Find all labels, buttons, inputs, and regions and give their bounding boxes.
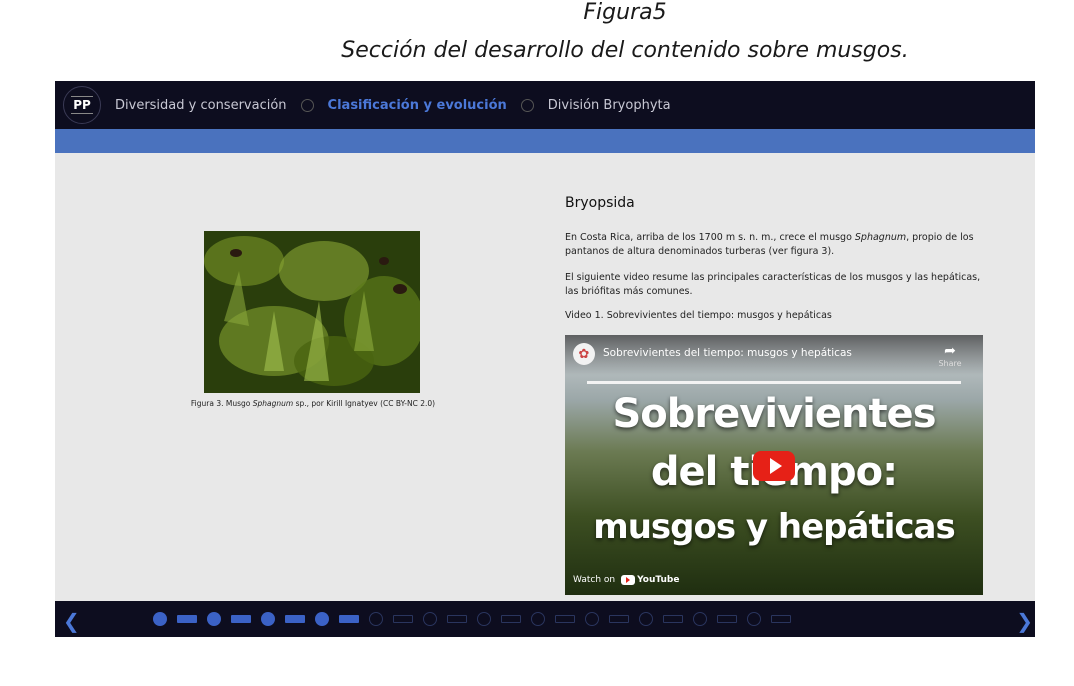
thumbnail-text-line-3: musgos y hepáticas — [593, 507, 955, 547]
pager-dot[interactable] — [693, 612, 707, 626]
nav-separator-circle-icon — [520, 98, 534, 112]
pager-dot[interactable] — [207, 612, 221, 626]
youtube-label: YouTube — [637, 575, 680, 585]
paragraph-2: El siguiente video resume las principale… — [565, 272, 981, 297]
pager-dot[interactable] — [585, 612, 599, 626]
pager-bar[interactable] — [717, 615, 737, 623]
pager-bar[interactable] — [393, 615, 413, 623]
caption-suffix: sp., por Kirill Ignatyev (CC BY-NC 2.0) — [293, 399, 436, 408]
watch-on-label: Watch on — [573, 575, 616, 585]
photo-caption: Figura 3. Musgo Sphagnum sp., por Kirill… — [165, 399, 461, 408]
pager-dot[interactable] — [477, 612, 491, 626]
video-player[interactable]: ✿ Sobrevivientes del tiempo: musgos y he… — [565, 335, 983, 595]
bottom-pager-bar: ❮ ❯ — [55, 601, 1035, 637]
nav-item-division-bryophyta[interactable]: División Bryophyta — [548, 98, 671, 113]
video-divider — [587, 381, 961, 384]
pager-dot[interactable] — [747, 612, 761, 626]
video-label: Video 1. Sobrevivientes del tiempo: musg… — [565, 310, 832, 321]
share-arrow-icon: ➦ — [944, 343, 956, 359]
section-title: Bryopsida — [565, 195, 635, 211]
pager-bar[interactable] — [663, 615, 683, 623]
watch-on-youtube-link[interactable]: Watch on YouTube — [573, 575, 679, 585]
play-icon — [769, 458, 782, 474]
share-button[interactable]: ➦ Share — [935, 343, 965, 368]
pager-dot[interactable] — [531, 612, 545, 626]
figure-title: Sección del desarrollo del contenido sob… — [341, 38, 909, 63]
p1-species: Sphagnum — [854, 232, 907, 243]
chevron-right-icon[interactable]: ❯ — [1016, 609, 1033, 633]
pager-bar[interactable] — [339, 615, 359, 623]
youtube-play-icon — [621, 575, 636, 585]
app-screen: PP Diversidad y conservación Clasificaci… — [55, 81, 1035, 637]
header-band — [55, 129, 1035, 153]
pager-dot[interactable] — [315, 612, 329, 626]
caption-species: Sphagnum — [252, 399, 294, 408]
play-button[interactable] — [753, 451, 795, 481]
pager-bar[interactable] — [609, 615, 629, 623]
video-title[interactable]: Sobrevivientes del tiempo: musgos y hepá… — [603, 347, 852, 359]
nav-item-clasificacion[interactable]: Clasificación y evolución — [328, 98, 507, 113]
moss-photo-illustration — [204, 231, 420, 393]
moss-photo — [204, 231, 420, 393]
pager-dot[interactable] — [261, 612, 275, 626]
pager-bar[interactable] — [447, 615, 467, 623]
content-area: Figura 3. Musgo Sphagnum sp., por Kirill… — [55, 153, 1035, 601]
channel-flower-icon[interactable]: ✿ — [573, 343, 595, 365]
chevron-left-icon[interactable]: ❮ — [63, 609, 80, 633]
app-logo[interactable]: PP — [63, 86, 101, 124]
thumbnail-text-line-1: Sobrevivientes — [612, 391, 936, 437]
pager-indicators — [153, 612, 801, 626]
pager-dot[interactable] — [153, 612, 167, 626]
pager-dot[interactable] — [639, 612, 653, 626]
p1-text-before: En Costa Rica, arriba de los 1700 m s. n… — [565, 232, 855, 243]
share-label: Share — [938, 359, 962, 368]
pager-dot[interactable] — [423, 612, 437, 626]
logo-text: PP — [71, 96, 93, 114]
pager-bar[interactable] — [501, 615, 521, 623]
pager-bar[interactable] — [231, 615, 251, 623]
pager-bar[interactable] — [555, 615, 575, 623]
pager-bar[interactable] — [177, 615, 197, 623]
pager-dot[interactable] — [369, 612, 383, 626]
pager-bar[interactable] — [771, 615, 791, 623]
paragraph-1: En Costa Rica, arriba de los 1700 m s. n… — [565, 231, 985, 259]
nav-item-diversidad[interactable]: Diversidad y conservación — [115, 98, 287, 113]
figure-number: Figura5 — [583, 0, 667, 25]
caption-prefix: Figura 3. Musgo — [190, 399, 253, 408]
youtube-logo: YouTube — [621, 575, 679, 585]
top-navigation-bar: PP Diversidad y conservación Clasificaci… — [55, 81, 1035, 129]
nav-separator-circle-icon — [300, 98, 314, 112]
pager-bar[interactable] — [285, 615, 305, 623]
